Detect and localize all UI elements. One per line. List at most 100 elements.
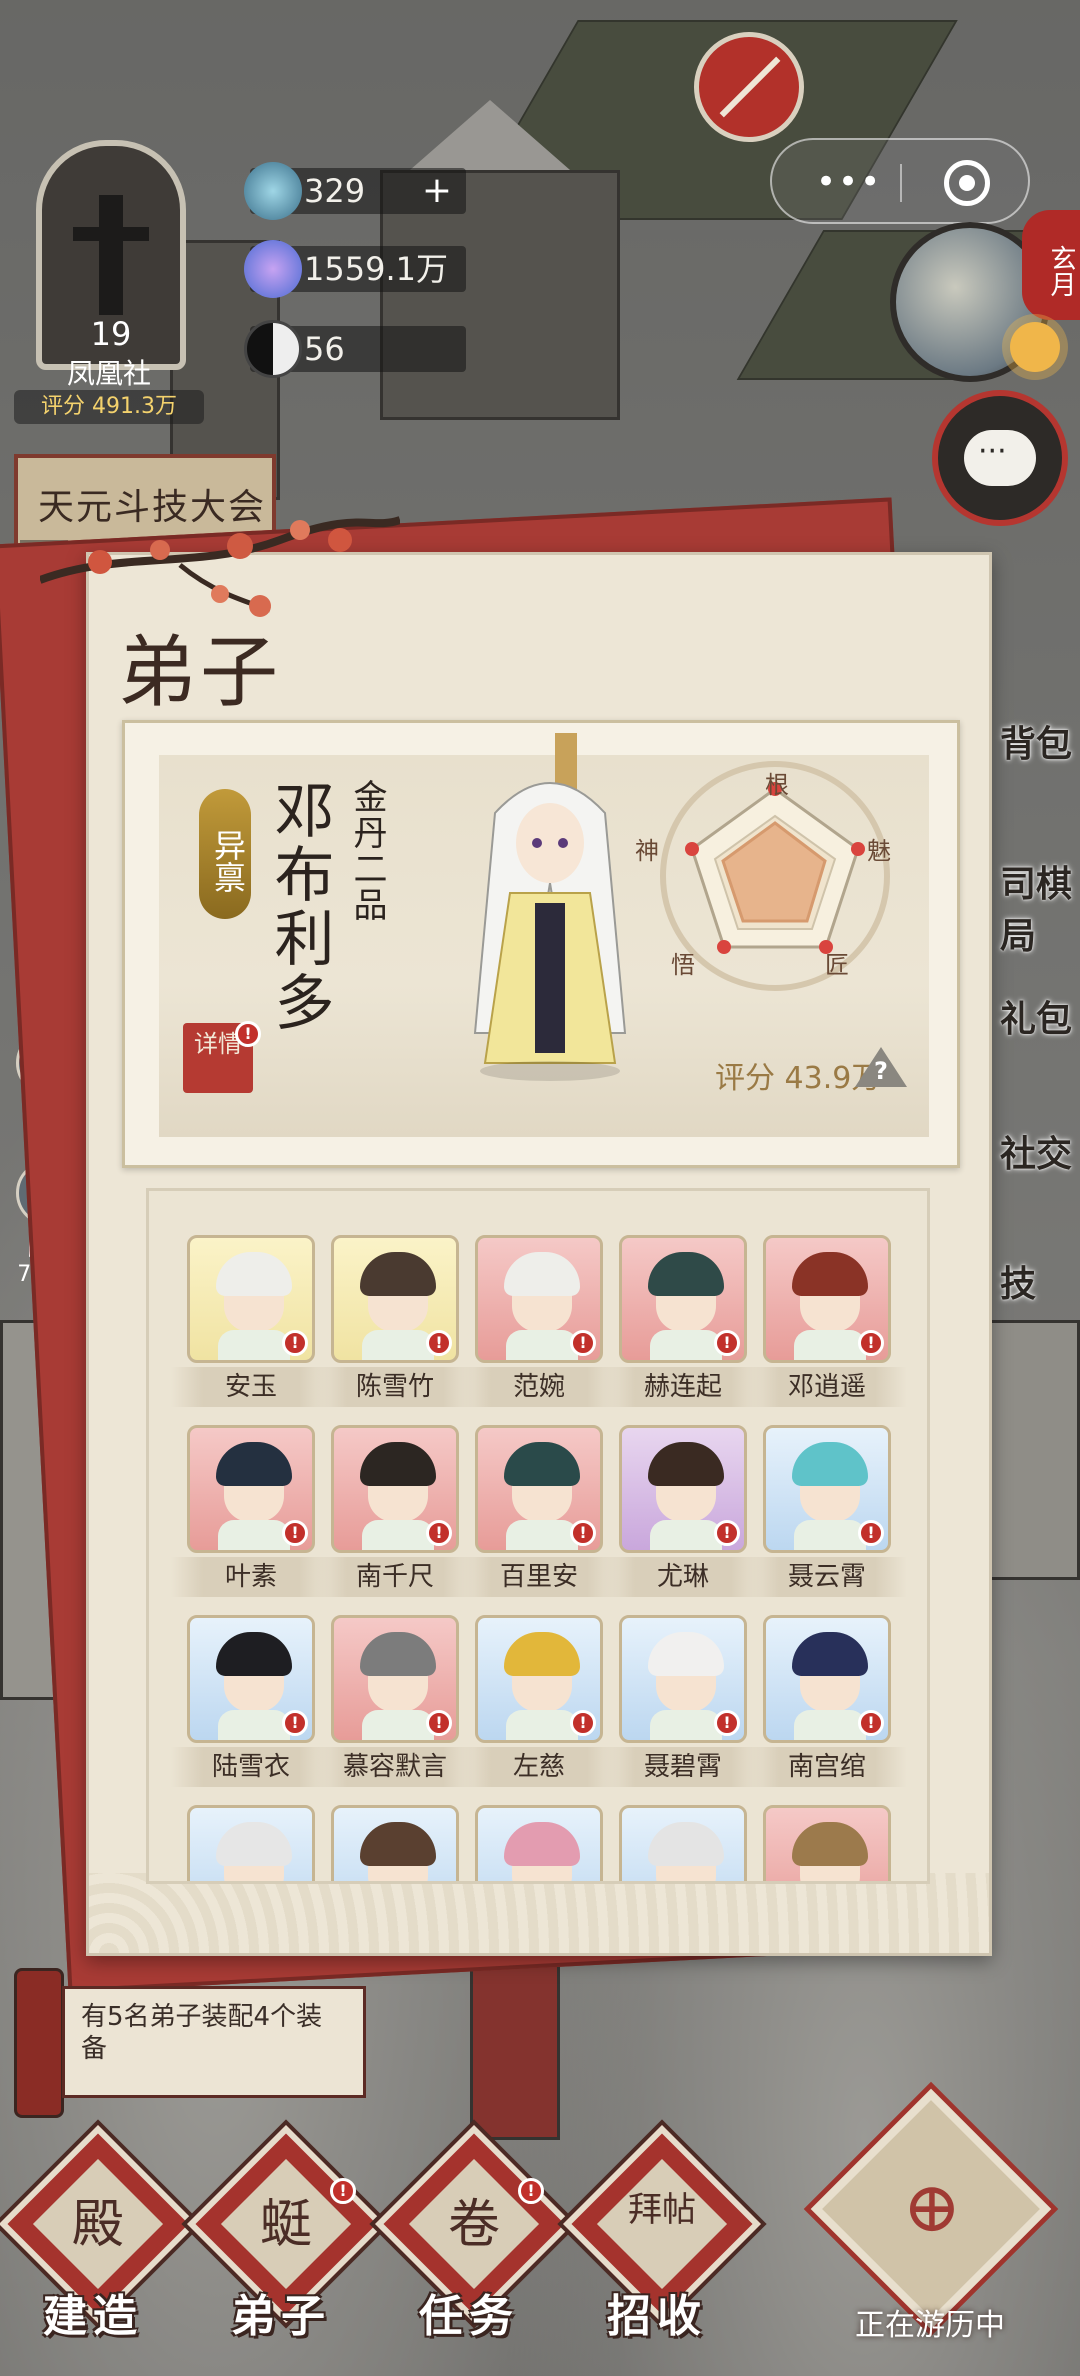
nav-label: 弟子 — [231, 2291, 331, 2342]
nav-label: 建造 — [43, 2291, 143, 2342]
avatar-hair — [792, 1822, 868, 1866]
hero-rank: 金丹二品 — [347, 779, 387, 923]
detail-alert-badge: ! — [235, 1021, 261, 1047]
avatar-robe — [506, 1520, 578, 1550]
avatar-hair — [216, 1822, 292, 1866]
disciple-cell[interactable]: ! 南宫绾 — [747, 1615, 907, 1787]
disciple-avatar: ! — [619, 1425, 747, 1553]
disciple-cell[interactable]: ! 叶素 — [171, 1425, 331, 1597]
resource-value: 56 — [304, 330, 345, 368]
disciple-cell[interactable]: ! 陈雪竹 — [315, 1235, 475, 1407]
right-item-gift[interactable]: 礼包 — [1000, 990, 1080, 1042]
disciple-name: 左慈 — [459, 1747, 619, 1787]
resource-spirit-stone[interactable]: 329 + — [244, 162, 466, 220]
disciple-cell[interactable]: ! 赫连起 — [603, 1235, 763, 1407]
disciple-cell[interactable]: ! 聂云霄 — [747, 1425, 907, 1597]
disciple-alert-badge: ! — [426, 1520, 452, 1546]
disciple-cell[interactable]: ! 左慈 — [459, 1615, 619, 1787]
disciple-list[interactable]: ! 安玉! 陈雪竹! 范婉! 赫连起! 邓逍遥! 叶素! 南千尺! 百里安! 尤琳! 聂云霄! 陆雪衣… — [146, 1188, 930, 1884]
close-miniprogram-icon[interactable] — [944, 160, 990, 206]
more-menu-button[interactable]: ••• — [816, 162, 882, 202]
disciple-cell[interactable]: ! 范婉 — [459, 1235, 619, 1407]
notice-text: 有5名弟子装配4个装备 — [62, 1986, 366, 2098]
travel-icon: ⊕ — [902, 2166, 962, 2248]
disciple-name: 南宫绾 — [747, 1747, 907, 1787]
avatar-hair — [792, 1632, 868, 1676]
yinyang-icon — [244, 320, 302, 378]
sect-badge[interactable]: 19 凤凰社 评分 491.3万 — [14, 100, 204, 424]
disciple-alert-badge: ! — [858, 1520, 884, 1546]
disciple-cell[interactable]: ! 安玉 — [171, 1235, 331, 1407]
disciple-avatar — [475, 1805, 603, 1881]
scroll-task-icon: 卷 — [447, 2195, 500, 2255]
avatar-robe — [794, 1520, 866, 1550]
disciple-name: 尤琳 — [603, 1557, 763, 1597]
nav-recruit-button[interactable]: 拜帖 招收 — [563, 2125, 761, 2348]
disciple-cell[interactable] — [475, 1805, 603, 1881]
no-entry-icon[interactable] — [694, 32, 804, 142]
right-item-chess[interactable]: 司棋局 — [1000, 855, 1080, 959]
featured-disciple-card[interactable]: 异禀 邓布利多 金丹二品 详情 ! 根 魅 匠 悟 神 评分 43.9万 ? — [122, 720, 960, 1168]
equipment-notice[interactable]: 有5名弟子装配4个装备 — [14, 1968, 370, 2118]
right-item-bag[interactable]: 背包 — [1000, 715, 1080, 767]
sect-level: 19 — [90, 315, 132, 353]
disciple-avatar — [331, 1805, 459, 1881]
disciple-alert-badge: ! — [714, 1520, 740, 1546]
disciple-cell[interactable] — [187, 1805, 315, 1881]
add-resource-button[interactable]: + — [422, 168, 452, 214]
avatar-hair — [216, 1442, 292, 1486]
disciple-cell[interactable] — [763, 1805, 891, 1881]
right-item-social[interactable]: 社交 — [1000, 1125, 1080, 1177]
disciple-cell[interactable]: ! 邓逍遥 — [747, 1235, 907, 1407]
nav-disciple-button[interactable]: 蜓 弟子 ! — [187, 2125, 385, 2348]
disciple-cell[interactable] — [331, 1805, 459, 1881]
resource-crystal[interactable]: 1559.1万 — [244, 240, 466, 298]
travel-button[interactable]: ⊕ 正在游历中 — [800, 2088, 1060, 2344]
nav-task-button[interactable]: 卷 任务 ! — [375, 2125, 573, 2348]
scroll-icon — [14, 1968, 64, 2118]
avatar-robe — [362, 1330, 434, 1360]
disciple-avatar: ! — [187, 1425, 315, 1553]
disciple-avatar: ! — [475, 1235, 603, 1363]
disciple-avatar: ! — [331, 1615, 459, 1743]
sect-score: 评分 491.3万 — [14, 390, 204, 424]
season-tag: 玄月 — [1022, 210, 1080, 320]
disciple-cell[interactable]: ! 陆雪衣 — [171, 1615, 331, 1787]
radar-label-craft: 匠 — [825, 951, 849, 979]
avatar-hair — [504, 1632, 580, 1676]
disciple-cell[interactable]: ! 百里安 — [459, 1425, 619, 1597]
disciple-icon: 蜓 — [259, 2195, 312, 2255]
disciple-alert-badge: ! — [426, 1710, 452, 1736]
avatar-hair — [360, 1632, 436, 1676]
right-item-skill[interactable]: 技 — [1000, 1255, 1080, 1307]
nav-build-button[interactable]: 殿 建造 — [0, 2125, 197, 2348]
disciple-cell[interactable]: ! 慕容默言 — [315, 1615, 475, 1787]
disciple-alert-badge: ! — [858, 1330, 884, 1356]
disciple-cell[interactable]: ! 聂碧霄 — [603, 1615, 763, 1787]
disciple-cell[interactable] — [619, 1805, 747, 1881]
disciple-name: 聂碧霄 — [603, 1747, 763, 1787]
resource-yinyang[interactable]: 56 — [244, 320, 466, 378]
sect-name: 凤凰社 — [66, 357, 151, 390]
disciple-name: 赫连起 — [603, 1367, 763, 1407]
avatar-robe — [362, 1520, 434, 1550]
chat-button[interactable] — [932, 390, 1068, 526]
travel-status: 正在游历中 — [855, 2308, 1005, 2343]
sword-icon — [73, 195, 149, 315]
disciple-cell[interactable]: ! 南千尺 — [315, 1425, 475, 1597]
disciple-cell[interactable]: ! 尤琳 — [603, 1425, 763, 1597]
disciple-alert-badge: ! — [282, 1330, 308, 1356]
nav-label: 招收 — [607, 2291, 707, 2342]
palace-icon: 殿 — [71, 2195, 124, 2255]
disciple-avatar: ! — [763, 1235, 891, 1363]
disciple-avatar: ! — [619, 1615, 747, 1743]
radar-label-charm: 魅 — [867, 837, 891, 865]
disciple-name: 聂云霄 — [747, 1557, 907, 1597]
miniprogram-capsule: ••• — [770, 138, 1030, 224]
avatar-robe — [650, 1710, 722, 1740]
disciple-name: 陈雪竹 — [315, 1367, 475, 1407]
avatar-hair — [504, 1822, 580, 1866]
chat-bubble-icon — [964, 430, 1036, 486]
disciple-alert-badge: ! — [714, 1330, 740, 1356]
avatar-hair — [648, 1252, 724, 1296]
